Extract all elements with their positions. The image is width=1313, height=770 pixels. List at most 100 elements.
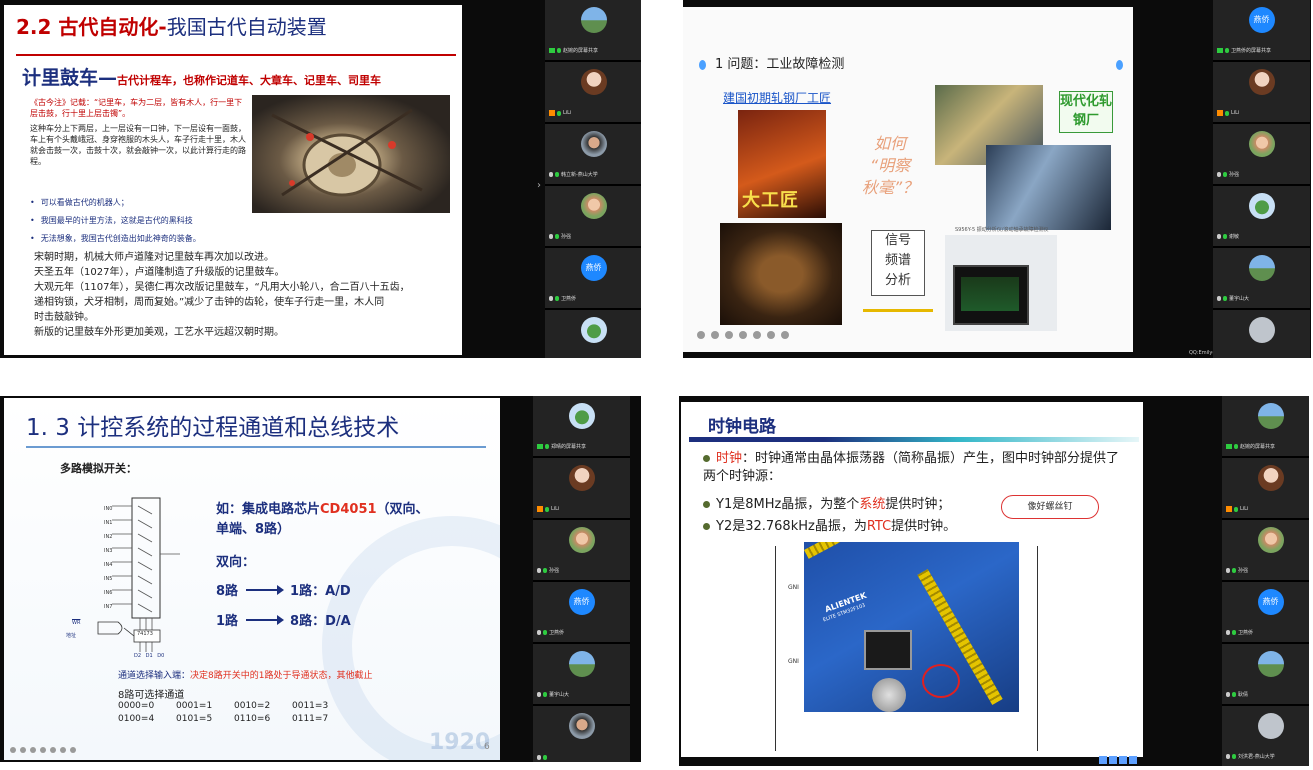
participant-name: LiLi [1231,110,1240,116]
participant-tile[interactable] [533,706,630,762]
meeting-window-2: 1 问题：工业故障检测 建国初期轧钢厂工匠 大工匠 如何 “明察 秋毫”？ 现代… [683,0,1311,358]
participant-name: LiLi [563,110,572,116]
subtitle-note: 古代计程车，也称作记道车、大章车、记里车、司里车 [117,74,382,87]
participant-list[interactable]: 郑晴的屏幕共享 LiLi 孙强燕侨 卫燕侨 董宇山大 [533,396,630,762]
participant-tile[interactable]: 董宇山大 [1213,248,1310,310]
microphone-icon[interactable] [555,234,559,239]
microphone-icon[interactable] [1232,754,1236,759]
participant-tile[interactable]: 赵婉的屏幕共享 [1222,396,1309,458]
subtitle-icon[interactable] [60,747,66,753]
participant-name: LiLi [551,506,560,512]
avatar [1257,713,1284,739]
slide-toolbar[interactable] [10,747,76,753]
lang-icon[interactable] [1099,756,1107,764]
input-label: IN1 [104,520,113,526]
sidebar-collapse-handle[interactable]: › [537,180,545,194]
participant-tile[interactable]: 董宇山大 [533,644,630,706]
keyboard-icon[interactable] [1109,756,1117,764]
microphone-icon[interactable] [545,506,549,512]
participant-tile[interactable]: 燕侨 卫燕侨 [1222,582,1309,644]
participant-name-row: 赵婉的屏幕共享 [549,47,598,54]
avatar [1257,403,1284,429]
settings-icon[interactable] [1119,756,1127,764]
status-icons[interactable] [1099,756,1137,764]
code-table: 0000=0 0001=1 0010=2 0011=3 0100=4 0101=5 011… [118,701,348,724]
microphone-icon [1217,234,1221,239]
microphone-icon[interactable] [543,692,547,697]
zoom-icon[interactable] [40,747,46,753]
participant-list[interactable]: 燕侨 卫燕侨的屏幕共享 LiLi 孙强 谢敏 董宇山大 [1213,0,1310,358]
avatar [1257,651,1284,677]
microphone-icon[interactable] [1223,172,1227,177]
microphone-icon[interactable] [1232,568,1236,573]
slide-title: 2.2 古代自动化-我国古代自动装置 [16,11,327,40]
camera-icon[interactable] [50,747,56,753]
participant-name: 赵婉的屏幕共享 [563,48,599,54]
microphone-icon[interactable] [1232,630,1236,635]
avatar [568,403,595,429]
slide-toolbar[interactable] [697,331,789,339]
participant-list[interactable]: 赵婉的屏幕共享 LiLi 韩立新-燕山大学孙强 燕侨 卫燕侨 [545,0,641,358]
host-icon [537,506,543,512]
slide-title: 时钟电路 [708,417,776,437]
microphone-icon[interactable] [543,630,547,635]
zoom-icon[interactable] [739,331,747,339]
participant-tile[interactable]: LiLi [1213,62,1310,124]
microphone-icon[interactable] [557,48,561,53]
microphone-icon [1226,754,1230,759]
microphone-icon[interactable] [1232,692,1236,697]
body-line-5: 时击鼓敲钟。 [34,312,94,323]
code-cell: 0000=0 [118,701,155,711]
bullet-dot-icon [703,523,710,530]
pen-icon[interactable] [30,747,36,753]
more-icon[interactable] [70,747,76,753]
participant-list[interactable]: 赵婉的屏幕共享 LiLi 孙强 燕侨 卫燕侨 耿倩 刘洪君-燕山大学 [1222,396,1309,766]
microphone-icon[interactable] [543,755,547,760]
next-icon[interactable] [711,331,719,339]
microphone-icon[interactable] [543,568,547,573]
participant-tile[interactable]: 燕侨 卫燕侨 [545,248,641,310]
prev-icon[interactable] [697,331,705,339]
participant-tile[interactable]: 刘洪君-燕山大学 [1222,706,1309,766]
participant-name: 孙强 [549,568,560,574]
participant-tile[interactable]: 孙强 [545,186,641,248]
participant-tile[interactable]: 燕侨 卫燕侨 [533,582,630,644]
craftsman-link[interactable]: 建国初期轧钢厂工匠 [723,89,831,106]
microphone-icon[interactable] [1223,296,1227,301]
prev-icon[interactable] [10,747,16,753]
microphone-icon[interactable] [555,172,559,177]
participant-tile[interactable]: 孙强 [1213,124,1310,186]
participant-tile[interactable]: 郑晴的屏幕共享 [533,396,630,458]
microphone-icon[interactable] [1234,506,1238,512]
microphone-icon[interactable] [555,296,559,301]
more-icon[interactable] [781,331,789,339]
microphone-icon[interactable] [1223,234,1227,239]
participant-tile[interactable]: 燕侨 卫燕侨的屏幕共享 [1213,0,1310,62]
pen-icon[interactable] [725,331,733,339]
microphone-icon[interactable] [545,444,549,449]
microphone-icon[interactable] [1234,444,1238,449]
subtitle-main: 计里鼓车— [22,67,118,89]
participant-tile[interactable]: 孙强 [533,520,630,582]
camera-icon[interactable] [753,331,761,339]
participant-tile[interactable]: 孙强 [1222,520,1309,582]
microphone-icon[interactable] [1225,48,1229,53]
participant-tile[interactable] [1213,310,1310,358]
participant-tile[interactable]: LiLi [533,458,630,520]
participant-name: 韩立新-燕山大学 [561,172,598,178]
participant-tile[interactable]: LiLi [1222,458,1309,520]
skin-icon[interactable] [1129,756,1137,764]
participant-tile[interactable] [545,310,641,358]
participant-tile[interactable]: 谢敏 [1213,186,1310,248]
participant-tile[interactable]: 赵婉的屏幕共享 [545,0,641,62]
next-icon[interactable] [20,747,26,753]
participant-name: 卫燕侨 [549,630,565,636]
microphone-icon[interactable] [557,110,561,116]
microphone-icon[interactable] [1225,110,1229,116]
participant-tile[interactable]: 韩立新-燕山大学 [545,124,641,186]
microphone-icon [537,692,541,697]
subtitle-icon[interactable] [767,331,775,339]
participant-tile[interactable]: LiLi [545,62,641,124]
code-cell: 0011=3 [292,701,329,711]
participant-tile[interactable]: 耿倩 [1222,644,1309,706]
